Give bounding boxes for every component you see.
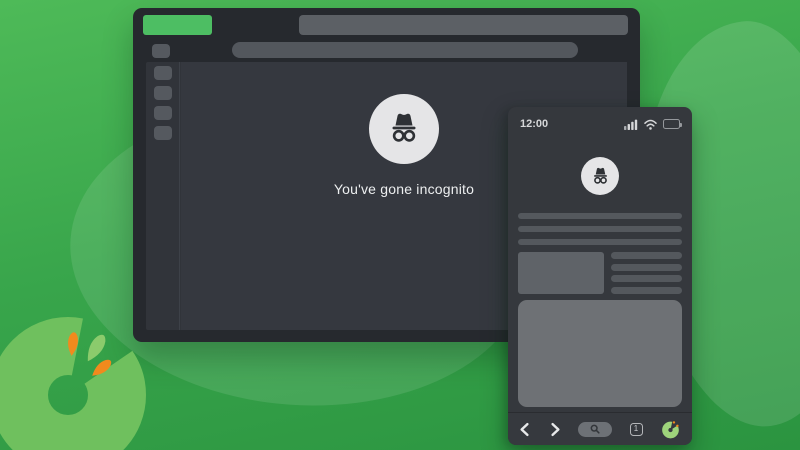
tab-strip-placeholder — [299, 15, 628, 35]
menu-button[interactable] — [152, 44, 170, 58]
incognito-promo-illustration: You've gone incognito 12:00 1 — [0, 0, 800, 450]
skeleton-thumbnail — [518, 252, 604, 294]
skeleton-line — [518, 239, 682, 245]
search-icon — [590, 424, 600, 434]
sidebar-button[interactable] — [153, 106, 172, 120]
sidebar-button[interactable] — [153, 86, 172, 100]
chevron-right-icon — [550, 422, 560, 436]
tab-counter-button[interactable]: 1 — [629, 422, 643, 436]
forward-button[interactable] — [549, 422, 561, 437]
sidebar-button[interactable] — [153, 126, 172, 140]
address-bar[interactable] — [232, 42, 578, 58]
active-incognito-tab[interactable] — [143, 15, 212, 35]
skeleton-line — [611, 275, 682, 283]
coc-coc-logo-icon — [662, 420, 679, 438]
tab-count: 1 — [633, 424, 639, 433]
phone-mockup: 12:00 1 — [508, 107, 692, 445]
chevron-left-icon — [520, 422, 529, 436]
incognito-icon — [581, 157, 619, 195]
skeleton-line — [518, 226, 682, 232]
skeleton-panel — [518, 300, 682, 407]
sidebar-button[interactable] — [153, 66, 172, 80]
skeleton-line — [611, 286, 682, 294]
coc-coc-logo — [0, 312, 150, 450]
wifi-icon — [644, 119, 657, 130]
signal-strength-icon — [624, 119, 638, 130]
coc-coc-home-button[interactable] — [660, 419, 681, 440]
page-skeleton — [508, 213, 692, 407]
back-button[interactable] — [519, 422, 531, 437]
battery-icon — [663, 119, 682, 129]
phone-nav-bar: 1 — [508, 412, 692, 445]
skeleton-line — [611, 263, 682, 271]
search-button[interactable] — [578, 421, 612, 437]
phone-status-bar: 12:00 — [508, 107, 692, 131]
skeleton-line — [611, 252, 682, 259]
skeleton-line — [518, 213, 682, 219]
status-time: 12:00 — [520, 118, 549, 130]
tab-bar — [143, 15, 628, 35]
sidebar — [146, 62, 180, 330]
incognito-message: You've gone incognito — [333, 181, 475, 197]
incognito-icon — [369, 94, 439, 164]
